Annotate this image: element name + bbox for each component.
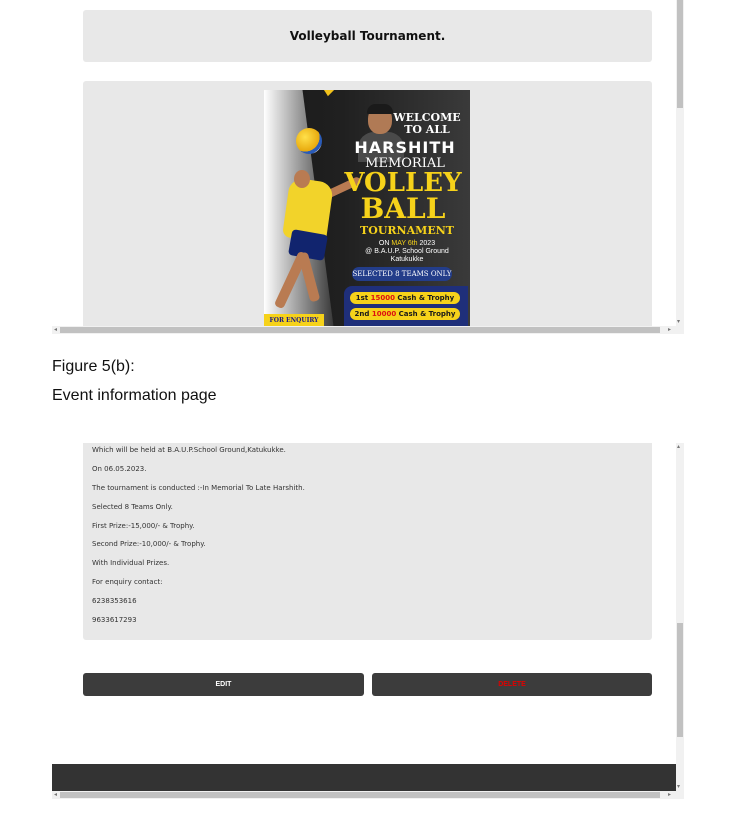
vertical-scrollbar[interactable]: ▾ (676, 0, 684, 326)
poster-word-tournament: TOURNAMENT (360, 224, 454, 237)
detail-line: Second Prize:-10,000/- & Trophy. (92, 540, 206, 548)
poster-date: ON MAY 6th 2023 @ B.A.U.P. School Ground… (344, 240, 470, 264)
scroll-down-arrow-icon[interactable]: ▾ (677, 318, 680, 326)
footer-bar (52, 764, 676, 791)
prize-text: Cash & Trophy (398, 310, 456, 318)
prize-text: Cash & Trophy (397, 294, 455, 302)
scroll-right-arrow-icon[interactable]: ▸ (668, 326, 671, 334)
scroll-up-arrow-icon[interactable]: ▴ (677, 443, 680, 451)
player-head (294, 170, 310, 188)
poster-teams-badge: SELECTED 8 TEAMS ONLY (352, 267, 452, 281)
delete-button[interactable]: DELETE (372, 673, 652, 696)
scrollbar-thumb[interactable] (60, 792, 660, 798)
scroll-left-arrow-icon[interactable]: ◂ (54, 326, 57, 334)
prize-amount: 15000 (370, 294, 395, 302)
scroll-down-arrow-icon[interactable]: ▾ (677, 783, 680, 791)
poster-welcome: WELCOME TO ALL (382, 112, 470, 136)
horizontal-scrollbar[interactable]: ◂ ▸ (52, 326, 684, 334)
detail-line: For enquiry contact: (92, 578, 163, 586)
contact-phone: 6238353616 (92, 597, 137, 605)
scrollbar-thumb[interactable] (677, 623, 683, 737)
poster-date-year: 2023 (419, 240, 436, 247)
event-poster: WELCOME TO ALL HARSHITH MEMORIAL VOLLEY … (264, 90, 470, 330)
edit-button[interactable]: EDIT (83, 673, 364, 696)
figure-description: Event information page (52, 387, 217, 404)
event-screen-top: Volleyball Tournament. WELCOME TO ALL HA… (52, 0, 684, 334)
vertical-scrollbar[interactable]: ▴ ▾ (676, 443, 684, 791)
figure-caption: Figure 5(b): (52, 358, 135, 375)
poster-venue-town: Katukukke (390, 256, 424, 263)
event-title-card: Volleyball Tournament. (83, 10, 652, 62)
detail-line: On 06.05.2023. (92, 465, 147, 473)
detail-line: First Prize:-15,000/- & Trophy. (92, 522, 195, 530)
detail-line: Which will be held at B.A.U.P.School Gro… (92, 446, 286, 454)
detail-line: With Individual Prizes. (92, 559, 170, 567)
poster-venue: @ B.A.U.P. School Ground (365, 248, 449, 255)
scrollbar-thumb[interactable] (677, 0, 683, 108)
detail-line: The tournament is conducted :-In Memoria… (92, 484, 305, 492)
poster-prize-second: 2nd 10000 Cash & Trophy (350, 308, 460, 320)
scrollbar-thumb[interactable] (60, 327, 660, 333)
contact-phone: 9633617293 (92, 616, 137, 624)
poster-card: WELCOME TO ALL HARSHITH MEMORIAL VOLLEY … (83, 81, 652, 331)
poster-welcome-line2: TO ALL (404, 123, 450, 136)
detail-line: Selected 8 Teams Only. (92, 503, 173, 511)
prize-rank: 1st (355, 294, 369, 302)
prize-rank: 2nd (354, 310, 370, 318)
poster-prize-first: 1st 15000 Cash & Trophy (350, 292, 460, 304)
poster-date-prefix: ON (378, 240, 390, 247)
scroll-right-arrow-icon[interactable]: ▸ (668, 791, 671, 799)
horizontal-scrollbar[interactable]: ◂ ▸ (52, 791, 684, 799)
poster-name: HARSHITH (354, 138, 456, 157)
prize-amount: 10000 (371, 310, 397, 318)
scroll-left-arrow-icon[interactable]: ◂ (54, 791, 57, 799)
event-title: Volleyball Tournament. (289, 29, 446, 43)
event-screen-bottom: Which will be held at B.A.U.P.School Gro… (52, 443, 684, 799)
poster-word-ball: BALL (360, 192, 446, 225)
volleyball-icon (296, 128, 322, 154)
poster-date-highlight: MAY 6th (391, 240, 418, 247)
event-details-card: Which will be held at B.A.U.P.School Gro… (83, 443, 652, 640)
